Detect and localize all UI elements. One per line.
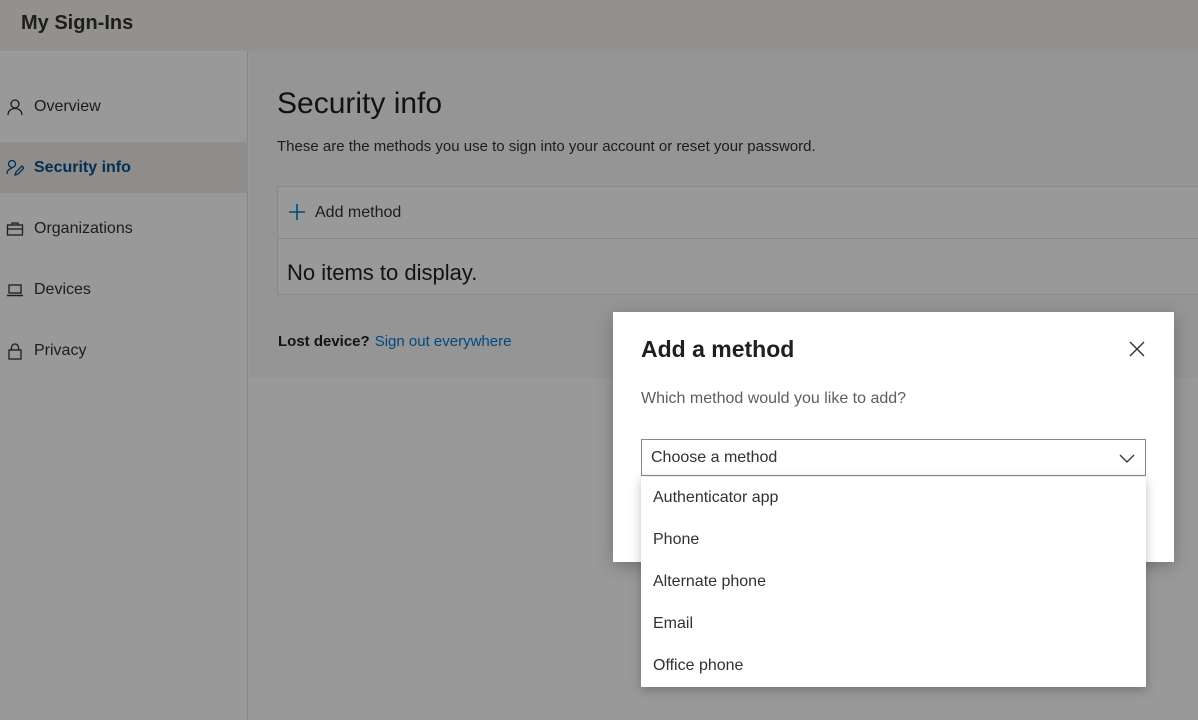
option-label: Office phone — [653, 657, 744, 674]
close-icon[interactable] — [1127, 339, 1147, 359]
method-dropdown-list: Authenticator app Phone Alternate phone … — [641, 477, 1146, 687]
option-label: Email — [653, 615, 694, 632]
option-alternate-phone[interactable]: Alternate phone — [641, 561, 1146, 603]
option-label: Alternate phone — [653, 573, 766, 590]
option-authenticator-app[interactable]: Authenticator app — [641, 477, 1146, 519]
option-label: Phone — [653, 531, 700, 548]
option-label: Authenticator app — [653, 489, 779, 506]
select-value: Choose a method — [651, 449, 778, 466]
option-email[interactable]: Email — [641, 603, 1146, 645]
app-root: My Sign-Ins Overview Security info Organ… — [0, 0, 1198, 720]
chevron-down-icon — [1119, 454, 1135, 463]
dialog-question: Which method would you like to add? — [641, 390, 907, 407]
option-phone[interactable]: Phone — [641, 519, 1146, 561]
method-select[interactable]: Choose a method — [641, 439, 1146, 476]
option-office-phone[interactable]: Office phone — [641, 645, 1146, 687]
dialog-title: Add a method — [641, 336, 795, 362]
